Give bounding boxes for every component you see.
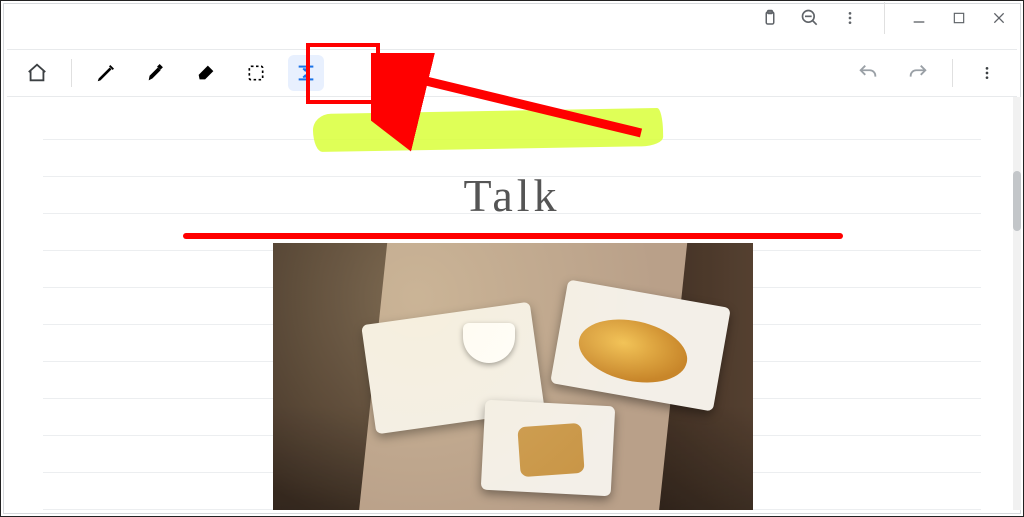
minimize-icon[interactable] [909,8,929,28]
scrollbar-thumb[interactable] [1013,171,1021,231]
highlight-stroke [313,108,664,152]
canvas-area[interactable]: Talk [7,97,1017,510]
overflow-button[interactable] [969,55,1005,91]
eraser-tool[interactable] [188,55,224,91]
window-controls [746,1,1023,35]
highlighter-tool[interactable] [138,55,174,91]
undo-button[interactable] [850,55,886,91]
redo-button[interactable] [900,55,936,91]
home-button[interactable] [19,55,55,91]
more-icon[interactable] [840,8,860,28]
app-toolbar [7,49,1017,97]
clipboard-icon[interactable] [760,8,780,28]
select-tool[interactable] [238,55,274,91]
red-underline [183,233,843,239]
inserted-photo[interactable] [273,243,753,510]
note-page[interactable]: Talk [43,97,981,510]
pen-tool[interactable] [88,55,124,91]
maximize-icon[interactable] [949,8,969,28]
compact-tool[interactable] [288,55,324,91]
close-icon[interactable] [989,8,1009,28]
scrollbar-track [1013,97,1021,510]
handwritten-text: Talk [43,169,981,222]
zoom-out-icon[interactable] [800,8,820,28]
